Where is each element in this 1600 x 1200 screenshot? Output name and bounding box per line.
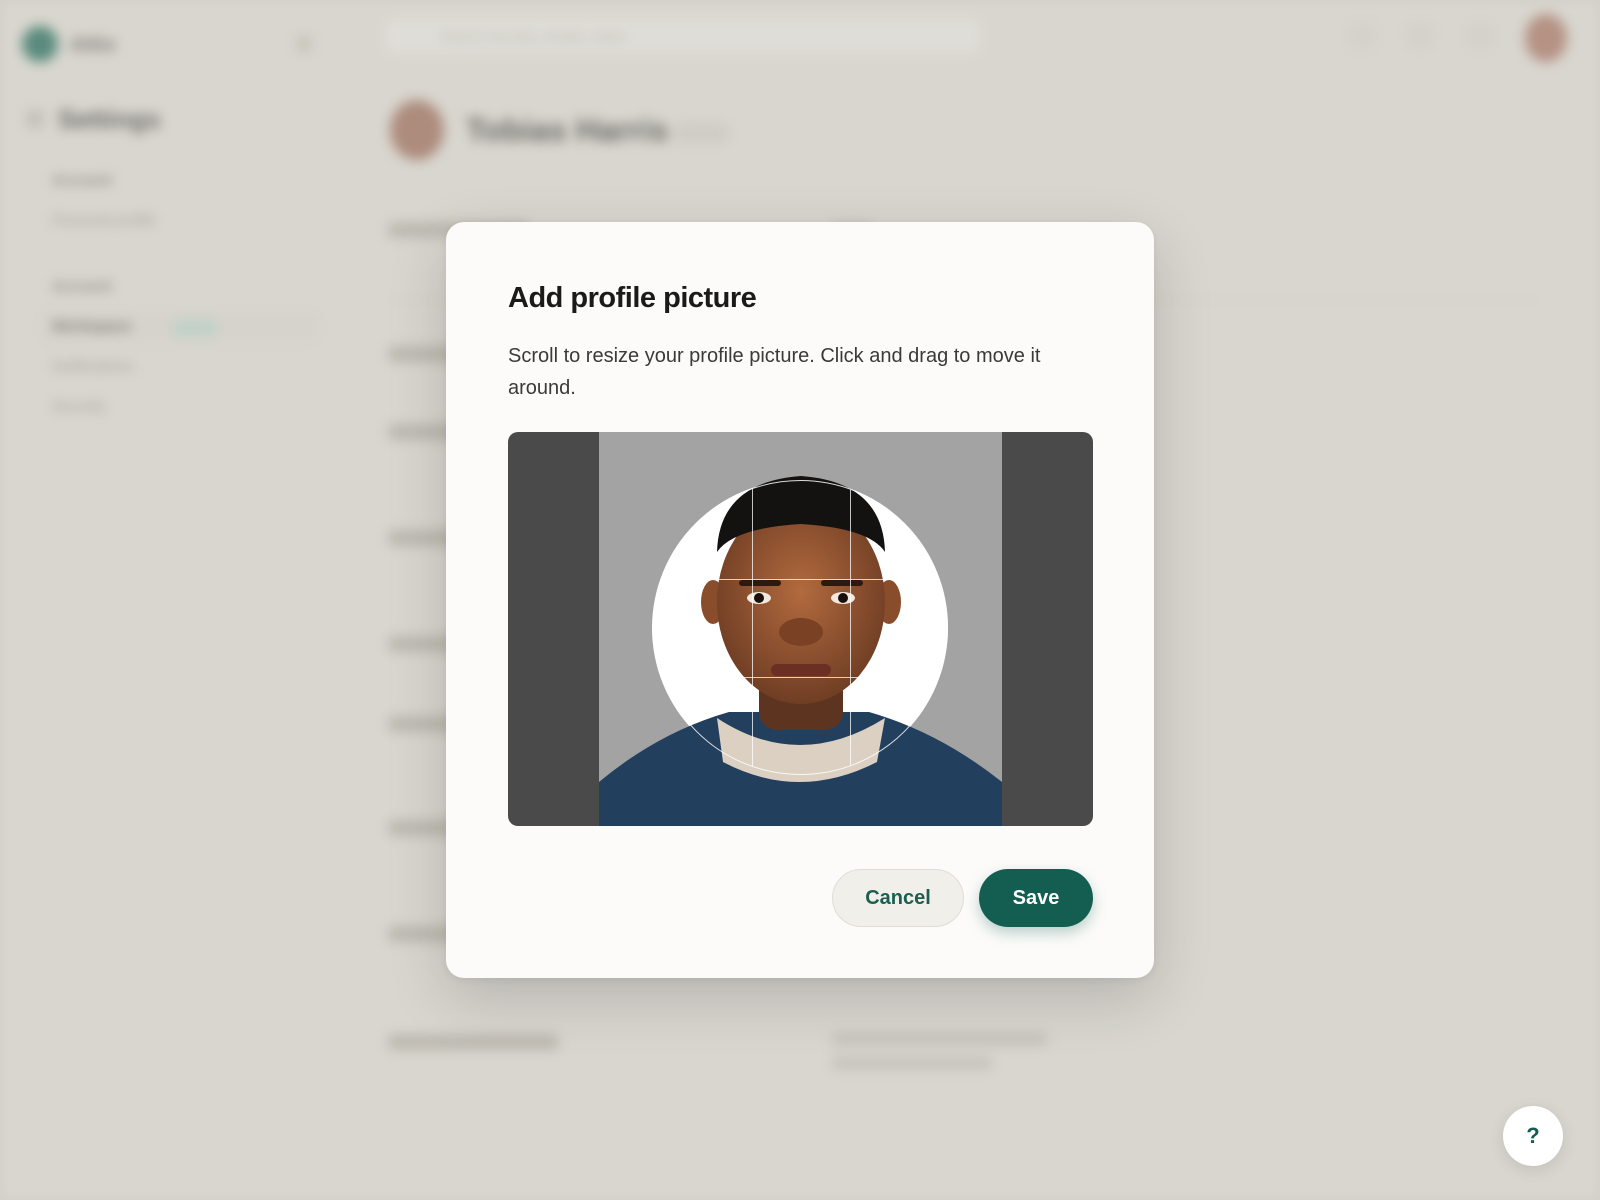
image-cropper[interactable] — [508, 432, 1093, 826]
dialog-title: Add profile picture — [508, 282, 757, 314]
crop-area[interactable] — [653, 480, 948, 775]
grid-line — [850, 481, 851, 774]
grid-line — [654, 579, 947, 580]
grid-line — [752, 481, 753, 774]
help-button[interactable]: ? — [1503, 1106, 1563, 1166]
dialog-description: Scroll to resize your profile picture. C… — [508, 345, 1041, 399]
add-profile-picture-dialog: Add profile picture Scroll to resize you… — [446, 222, 1154, 978]
cancel-button[interactable]: Cancel — [832, 869, 964, 927]
save-button[interactable]: Save — [979, 869, 1093, 927]
grid-line — [654, 677, 947, 678]
